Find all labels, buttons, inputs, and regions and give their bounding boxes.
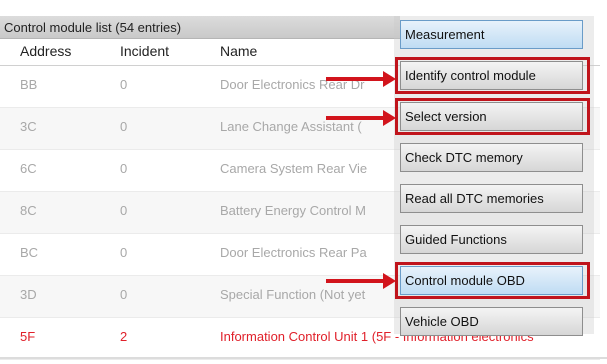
row-address: 6C <box>20 161 37 176</box>
row-address: 5F <box>20 329 36 344</box>
column-header-name[interactable]: Name <box>220 43 257 59</box>
diagnostic-screen: Control module list (54 entries) Address… <box>0 0 607 364</box>
arrow-annotation <box>326 110 396 126</box>
column-header-address[interactable]: Address <box>20 43 71 59</box>
menu-item-control-module-obd[interactable]: Control module OBD <box>400 266 583 295</box>
menu-item-vehicle-obd[interactable]: Vehicle OBD <box>400 307 583 336</box>
row-address: BC <box>20 245 39 260</box>
menu-item-check-dtc-memory[interactable]: Check DTC memory <box>400 143 583 172</box>
row-address: 3C <box>20 119 37 134</box>
menu-item-select-version[interactable]: Select version <box>400 102 583 131</box>
context-menu: Measurement Identify control module Sele… <box>394 16 594 336</box>
row-incident: 0 <box>120 77 128 92</box>
menu-item-identify-control-module[interactable]: Identify control module <box>400 61 583 90</box>
row-incident: 0 <box>120 245 128 260</box>
row-incident: 0 <box>120 287 128 302</box>
menu-item-measurement[interactable]: Measurement <box>400 20 583 49</box>
control-module-list-title: Control module list (54 entries) <box>0 16 400 39</box>
arrow-annotation <box>326 273 396 289</box>
arrow-annotation <box>326 71 396 87</box>
column-header-incident[interactable]: Incident <box>120 43 169 59</box>
menu-item-guided-functions[interactable]: Guided Functions <box>400 225 583 254</box>
row-incident: 0 <box>120 119 128 134</box>
row-address: 8C <box>20 203 37 218</box>
divider <box>0 357 607 359</box>
row-address: 3D <box>20 287 37 302</box>
row-incident: 2 <box>120 329 128 344</box>
menu-item-read-all-dtc-memories[interactable]: Read all DTC memories <box>400 184 583 213</box>
row-address: BB <box>20 77 38 92</box>
row-incident: 0 <box>120 161 128 176</box>
row-incident: 0 <box>120 203 128 218</box>
